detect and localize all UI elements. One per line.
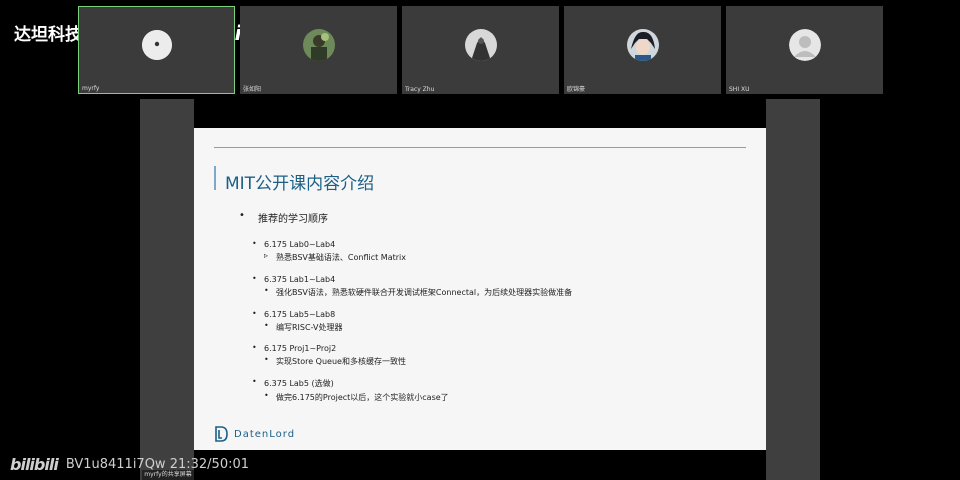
- participant-name: 欧锦豪: [567, 86, 586, 93]
- course-item: 6.375 Lab1~Lab4 •强化BSV语法，熟悉软硬件联合开发调试框架Co…: [252, 274, 573, 298]
- course-item: 6.175 Lab0~Lab4 ▹熟悉BSV基础语法、Conflict Matr…: [252, 239, 406, 263]
- participant-tile[interactable]: 张如阳: [240, 6, 397, 94]
- participant-tile[interactable]: Tracy Zhu: [402, 6, 559, 94]
- slide-title: MIT公开课内容介绍: [225, 174, 375, 194]
- small-white-avatar-icon: [141, 29, 172, 60]
- bullet-icon: •: [264, 286, 269, 295]
- course-detail: ▹ 熟悉BSV基础语法、Conflict Matrix: [264, 251, 406, 262]
- datenlord-logo: DatenLord: [214, 426, 295, 442]
- participant-name: myrfy: [82, 85, 100, 92]
- anime-avatar-icon: [626, 28, 659, 61]
- course-detail: • 强化BSV语法，熟悉软硬件联合开发调试框架Connectal，为后续处理器实验…: [264, 286, 573, 297]
- course-label: 6.375 Lab1~Lab4: [252, 274, 572, 284]
- bullet-icon: •: [264, 391, 269, 400]
- course-detail: • 编写RISC-V处理器: [264, 321, 343, 332]
- photo-avatar-icon: [302, 28, 335, 61]
- course-item: 6.175 Proj1~Proj2 •实现Store Queue和多核缓存一致性: [252, 343, 406, 367]
- course-detail: • 实现Store Queue和多核缓存一致性: [264, 355, 406, 366]
- photo-avatar-icon: [464, 28, 497, 61]
- course-detail: • 做完6.175的Project以后，这个实验就小case了: [264, 391, 449, 402]
- course-label: 6.375 Lab5 (选做): [252, 377, 449, 389]
- default-person-icon: [788, 28, 821, 61]
- title-accent-bar: [214, 166, 216, 190]
- course-label: 6.175 Proj1~Proj2: [252, 343, 406, 353]
- course-label: 6.175 Lab0~Lab4: [252, 239, 406, 249]
- participant-tile[interactable]: 欧锦豪: [564, 6, 721, 94]
- course-label: 6.175 Lab5~Lab8: [252, 309, 342, 319]
- datenlord-logo-text: DatenLord: [234, 428, 296, 440]
- datenlord-mark-icon: [215, 426, 228, 442]
- course-item: 6.375 Lab5 (选做) •做完6.175的Project以后，这个实验就…: [252, 377, 449, 403]
- participant-name: Tracy Zhu: [405, 86, 435, 93]
- participant-strip: myrfy 张如阳 Tracy Zhu 欧锦豪 SHI XU: [78, 6, 883, 94]
- shared-slide: MIT公开课内容介绍 • 推荐的学习顺序 6.175 Lab0~Lab4 ▹熟悉…: [194, 128, 766, 450]
- bullet-icon: •: [264, 321, 269, 330]
- pointer-cursor-icon: ▹: [264, 251, 269, 260]
- share-frame-left: [140, 99, 194, 480]
- participant-tile[interactable]: SHI XU: [726, 6, 883, 94]
- bullet-icon: •: [239, 210, 245, 221]
- share-frame-right: [766, 99, 820, 480]
- participant-name: SHI XU: [729, 86, 750, 93]
- participant-name: 张如阳: [243, 86, 262, 93]
- course-item: 6.175 Lab5~Lab8 •编写RISC-V处理器: [252, 309, 343, 333]
- bilibili-logo: bilibili: [10, 455, 59, 474]
- bullet-icon: •: [264, 355, 269, 364]
- main-bullet-text: 推荐的学习顺序: [258, 214, 328, 225]
- screen-share-label: myrfy的共享屏幕: [142, 470, 194, 480]
- participant-tile-myrfy[interactable]: myrfy: [78, 6, 235, 94]
- slide-divider: [214, 147, 746, 148]
- video-watermark: bilibili BV1u8411i7Qw 21:32/50:01: [10, 455, 249, 474]
